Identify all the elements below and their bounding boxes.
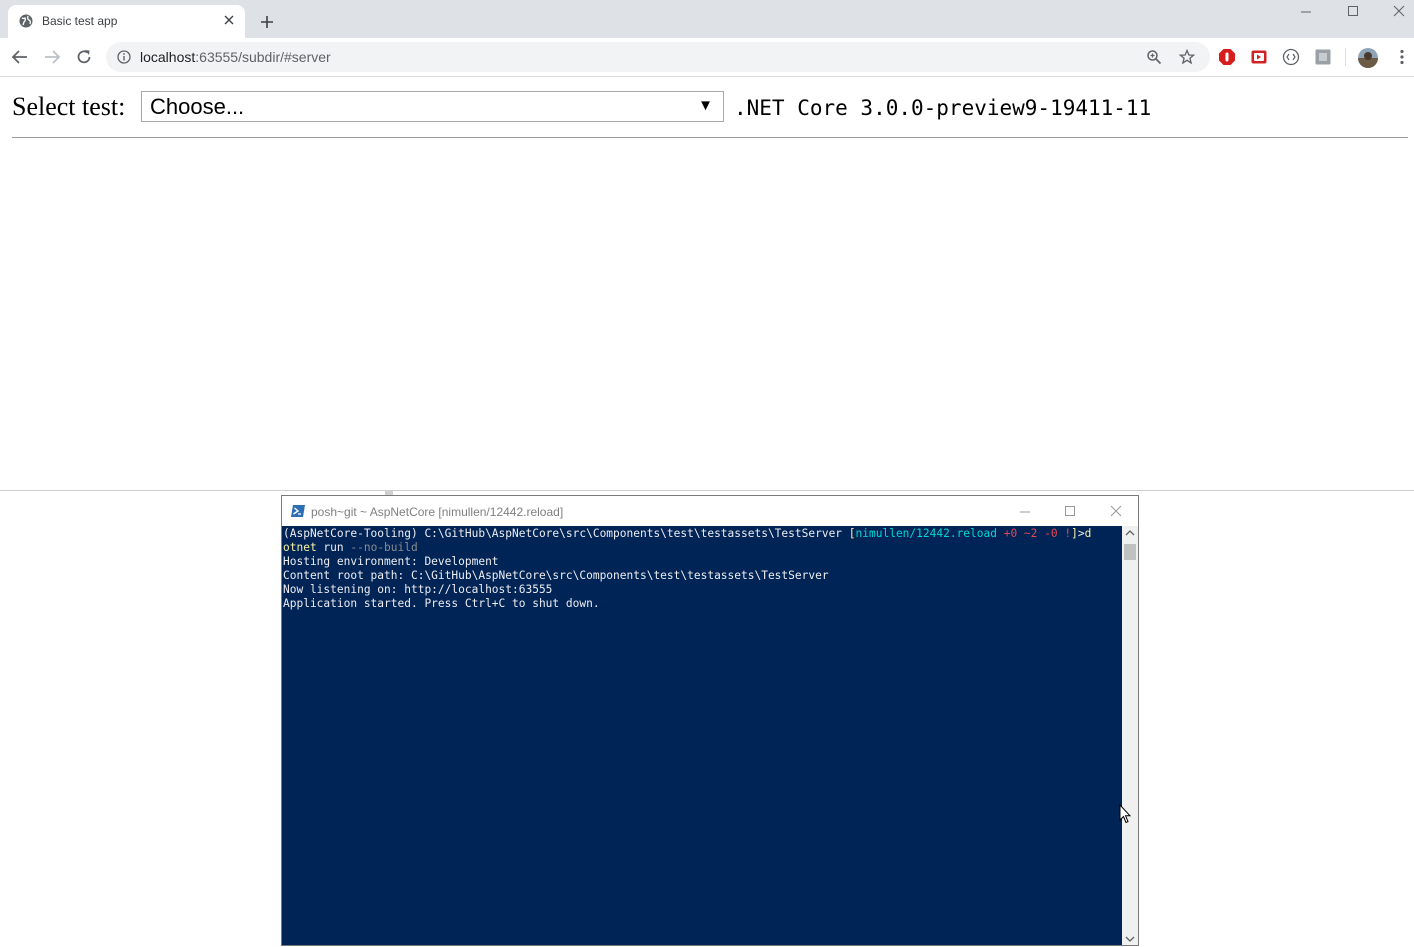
star-icon[interactable]: [1179, 49, 1195, 65]
back-arrow-icon[interactable]: [11, 48, 29, 66]
reload-icon[interactable]: [75, 48, 93, 66]
adblock-extension-icon[interactable]: [1218, 48, 1236, 66]
console-minimize-icon[interactable]: [1018, 504, 1032, 518]
code-extension-icon[interactable]: [1282, 48, 1300, 66]
scroll-up-icon[interactable]: [1125, 529, 1135, 537]
zoom-icon[interactable]: [1146, 49, 1162, 65]
command-flag: --no-build: [350, 541, 418, 554]
command-start: d: [1084, 527, 1092, 540]
forward-arrow-icon[interactable]: [43, 48, 61, 66]
select-test-label: Select test:: [12, 92, 126, 121]
git-bracket-open: [: [848, 527, 856, 540]
console-line: Hosting environment: Development: [283, 555, 499, 568]
git-branch: nimullen/12442.reload: [855, 527, 997, 540]
console-line: Now listening on: http://localhost:63555: [283, 583, 553, 596]
powershell-icon: [291, 505, 305, 517]
mouse-cursor-icon: [1119, 804, 1131, 824]
console-command-line: otnet run --no-build: [283, 541, 418, 555]
close-icon[interactable]: [222, 13, 236, 27]
command-arg: run: [316, 541, 351, 554]
console-close-icon[interactable]: [1109, 504, 1123, 518]
url-host: localhost: [140, 49, 196, 65]
plus-icon[interactable]: [259, 14, 275, 30]
prompt-symbol: >: [1077, 527, 1085, 540]
scroll-thumb[interactable]: [1124, 544, 1136, 560]
address-bar[interactable]: localhost:63555/subdir/#server: [106, 42, 1210, 72]
scroll-down-icon[interactable]: [1125, 935, 1135, 943]
console-output[interactable]: (AspNetCore-Tooling) C:\GitHub\AspNetCor…: [282, 526, 1122, 945]
console-maximize-icon[interactable]: [1063, 504, 1077, 518]
git-bracket-close: ]: [1071, 527, 1078, 540]
test-select-dropdown[interactable]: Choose... ▼: [141, 91, 724, 122]
browser-toolbar: localhost:63555/subdir/#server: [0, 38, 1414, 77]
url-path: :63555/subdir/#server: [195, 49, 331, 65]
tab-title: Basic test app: [42, 14, 118, 28]
red-extension-icon[interactable]: [1250, 48, 1268, 66]
console-line: Application started. Press Ctrl+C to shu…: [283, 597, 600, 610]
globe-icon: [19, 14, 33, 28]
select-value: Choose...: [150, 94, 245, 119]
gray-extension-icon[interactable]: [1314, 48, 1332, 66]
url-text[interactable]: localhost:63555/subdir/#server: [140, 48, 331, 66]
toolbar-separator: [1345, 48, 1346, 66]
command-name: otnet: [283, 541, 317, 554]
browser-tab[interactable]: Basic test app: [8, 5, 245, 38]
console-scrollbar[interactable]: [1122, 526, 1138, 945]
divider: [12, 137, 1408, 138]
console-line: Content root path: C:\GitHub\AspNetCore\…: [283, 569, 829, 582]
tab-strip: Basic test app: [0, 0, 1414, 38]
kebab-menu-icon[interactable]: [1393, 48, 1411, 66]
console-title: posh~git ~ AspNetCore [nimullen/12442.re…: [311, 505, 564, 519]
maximize-icon[interactable]: [1343, 3, 1363, 19]
prompt-path: (AspNetCore-Tooling) C:\GitHub\AspNetCor…: [283, 527, 849, 540]
info-icon[interactable]: [117, 50, 131, 64]
powershell-window[interactable]: posh~git ~ AspNetCore [nimullen/12442.re…: [281, 495, 1139, 946]
avatar[interactable]: [1357, 47, 1379, 69]
page-content: Select test: Choose... ▼ .NET Core 3.0.0…: [0, 77, 1414, 490]
minimize-icon[interactable]: [1296, 3, 1316, 19]
console-prompt-line: (AspNetCore-Tooling) C:\GitHub\AspNetCor…: [283, 527, 1091, 541]
window-close-icon[interactable]: [1389, 3, 1409, 19]
dropdown-arrow-icon: ▼: [698, 97, 713, 114]
console-titlebar[interactable]: posh~git ~ AspNetCore [nimullen/12442.re…: [282, 496, 1138, 526]
git-status: +0 ~2 -0 !: [996, 527, 1072, 540]
runtime-version: .NET Core 3.0.0-preview9-19411-11: [734, 96, 1152, 120]
